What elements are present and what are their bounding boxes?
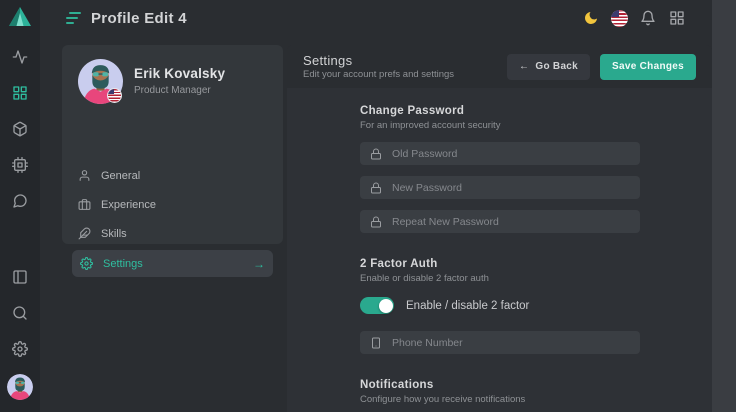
new-password-field[interactable] [360, 176, 640, 199]
activity-icon [12, 49, 28, 65]
save-changes-label: Save Changes [612, 61, 684, 72]
sidebar-layout-icon[interactable] [0, 262, 40, 292]
chat-icon [12, 193, 28, 209]
sidebar [0, 0, 40, 412]
change-password-subtitle: For an improved account security [360, 120, 640, 131]
moon-icon [583, 10, 599, 26]
profile-role: Product Manager [134, 85, 211, 96]
two-factor-toggle-label: Enable / disable 2 factor [406, 300, 529, 312]
smartphone-icon [370, 337, 382, 349]
sidebar-user-avatar[interactable] [7, 374, 33, 400]
menu-item-label: Settings [103, 258, 143, 270]
go-back-button[interactable]: ← Go Back [507, 54, 590, 80]
settings-subtitle: Edit your account prefs and settings [303, 69, 454, 80]
two-factor-subtitle: Enable or disable 2 factor auth [360, 273, 640, 284]
repeat-password-input[interactable] [392, 216, 630, 228]
theme-moon-icon[interactable] [582, 9, 600, 27]
sidebar-box-icon[interactable] [0, 114, 40, 144]
old-password-input[interactable] [392, 148, 630, 160]
layout-icon [12, 269, 28, 285]
avatar-us-flag-badge [107, 88, 122, 103]
gear-icon [12, 341, 28, 357]
notifications-title: Notifications [360, 379, 640, 391]
profile-avatar [78, 59, 123, 104]
phone-number-field[interactable] [360, 331, 640, 354]
go-back-label: Go Back [535, 61, 578, 72]
page-right-gutter [712, 0, 736, 412]
old-password-field[interactable] [360, 142, 640, 165]
phone-number-input[interactable] [392, 337, 630, 349]
sidebar-cpu-icon[interactable] [0, 150, 40, 180]
arrow-left-icon: ← [519, 61, 529, 72]
settings-actions: ← Go Back Save Changes [507, 54, 696, 80]
repeat-password-field[interactable] [360, 210, 640, 233]
settings-heading-group: Settings Edit your account prefs and set… [303, 53, 454, 81]
sidebar-chat-icon[interactable] [0, 186, 40, 216]
menu-item-settings[interactable]: Settings → [72, 250, 273, 277]
flag-canton [611, 10, 619, 17]
search-icon [12, 305, 28, 321]
profile-card: Erik Kovalsky Product Manager General Ex… [62, 45, 283, 244]
menu-toggle-icon[interactable] [66, 12, 81, 24]
notifications-bell-icon[interactable] [639, 9, 657, 27]
menu-item-experience[interactable]: Experience [62, 190, 283, 219]
settings-title: Settings [303, 53, 454, 69]
page-title: Profile Edit 4 [91, 10, 187, 27]
sidebar-search-icon[interactable] [0, 298, 40, 328]
two-factor-title: 2 Factor Auth [360, 258, 640, 270]
lock-icon [370, 148, 382, 160]
menu-item-general[interactable]: General [62, 161, 283, 190]
topbar-actions [582, 9, 686, 27]
save-changes-button[interactable]: Save Changes [600, 54, 696, 80]
menu-item-label: Skills [101, 228, 127, 240]
sidebar-gear-icon[interactable] [0, 334, 40, 364]
menu-item-skills[interactable]: Skills [62, 219, 283, 248]
user-icon [78, 169, 91, 182]
box-icon [12, 121, 28, 137]
topbar: Profile Edit 4 [40, 0, 712, 36]
settings-header: Settings Edit your account prefs and set… [287, 45, 712, 88]
sidebar-activity-icon[interactable] [0, 42, 40, 72]
profile-name: Erik Kovalsky [134, 66, 225, 81]
feather-icon [78, 227, 91, 240]
apps-grid-icon[interactable] [668, 9, 686, 27]
two-factor-toggle-row: Enable / disable 2 factor [360, 297, 640, 314]
app-logo-triangle-icon[interactable] [9, 7, 31, 26]
bell-icon [640, 10, 656, 26]
app-grid-icon [669, 10, 685, 26]
change-password-title: Change Password [360, 105, 640, 117]
sidebar-bottom-group [0, 262, 40, 412]
notifications-subtitle: Configure how you receive notifications [360, 394, 640, 405]
settings-content: Change Password For an improved account … [360, 105, 640, 405]
two-factor-toggle[interactable] [360, 297, 394, 314]
gear-icon [80, 257, 93, 270]
arrow-right-icon: → [253, 257, 265, 271]
menu-item-label: Experience [101, 199, 156, 211]
toggle-knob [379, 299, 393, 313]
new-password-input[interactable] [392, 182, 630, 194]
settings-panel: Settings Edit your account prefs and set… [287, 45, 712, 412]
menu-item-label: General [101, 170, 140, 182]
profile-menu: General Experience Skills Settings → [62, 161, 283, 277]
briefcase-icon [78, 198, 91, 211]
cpu-icon [12, 157, 28, 173]
language-us-flag-icon[interactable] [611, 10, 628, 27]
lock-icon [370, 216, 382, 228]
grid-icon [12, 85, 28, 101]
sidebar-grid-icon[interactable] [0, 78, 40, 108]
lock-icon [370, 182, 382, 194]
